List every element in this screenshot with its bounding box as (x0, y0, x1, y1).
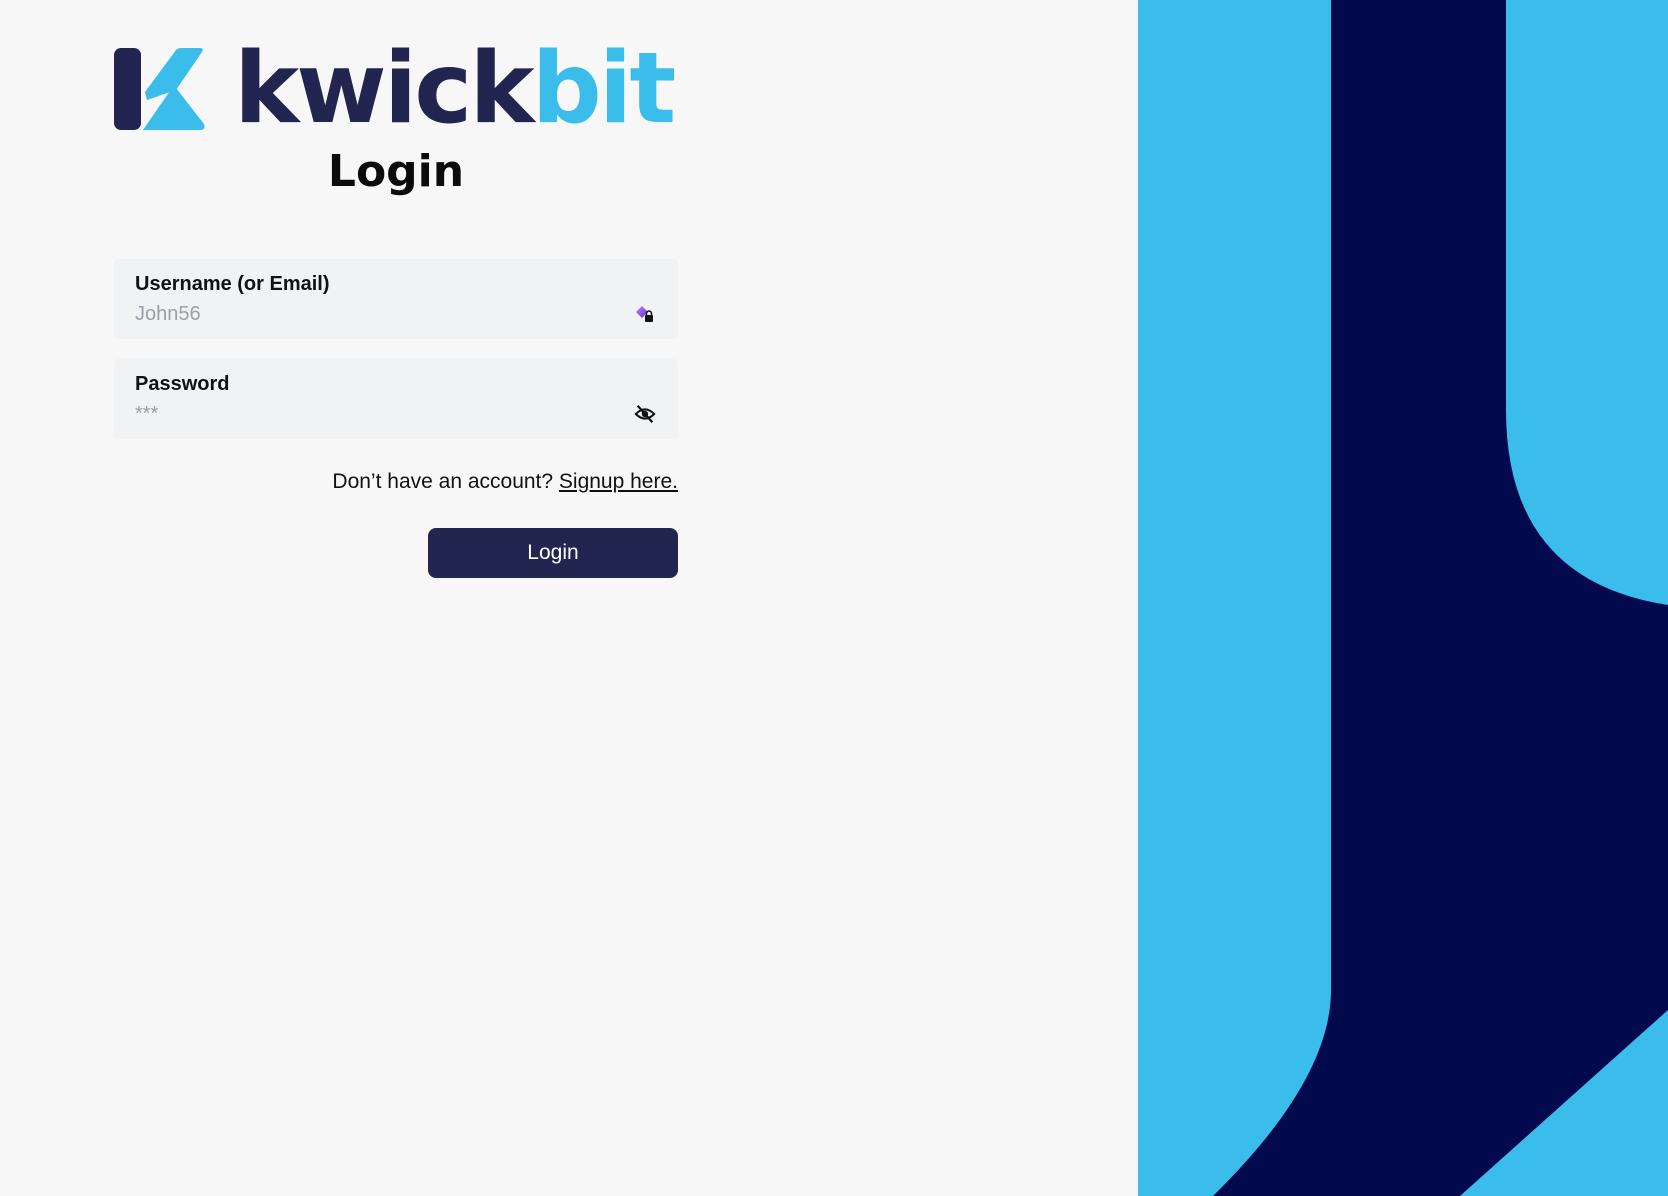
password-field[interactable]: Password (114, 359, 678, 439)
signup-prompt: Don’t have an account? (332, 470, 554, 493)
page-title: Login (327, 146, 465, 197)
password-input[interactable] (135, 401, 615, 427)
kwickbit-k-logo-icon (114, 48, 205, 130)
brand-logo: kwickbit (114, 40, 676, 138)
signup-row: Don’t have an account? Signup here. (114, 470, 678, 494)
username-field[interactable]: Username (or Email) (114, 259, 678, 339)
eye-off-icon[interactable] (634, 403, 656, 425)
brand-wordmark: kwickbit (234, 40, 676, 138)
brand-name-part1: kwick (234, 32, 535, 146)
username-label: Username (or Email) (135, 273, 330, 295)
decorative-panel (1138, 0, 1668, 1196)
login-button[interactable]: Login (428, 528, 678, 578)
login-panel: kwickbit Login Username (or Email) John5… (0, 0, 1138, 1196)
username-input[interactable] (135, 301, 615, 327)
login-page: kwickbit Login Username (or Email) John5… (0, 0, 1668, 1196)
password-label: Password (135, 373, 230, 395)
decorative-brand-shape (1138, 0, 1668, 1196)
password-manager-key-icon[interactable] (634, 303, 656, 325)
brand-name-part2: bit (531, 32, 677, 146)
signup-link[interactable]: Signup here. (559, 470, 678, 493)
